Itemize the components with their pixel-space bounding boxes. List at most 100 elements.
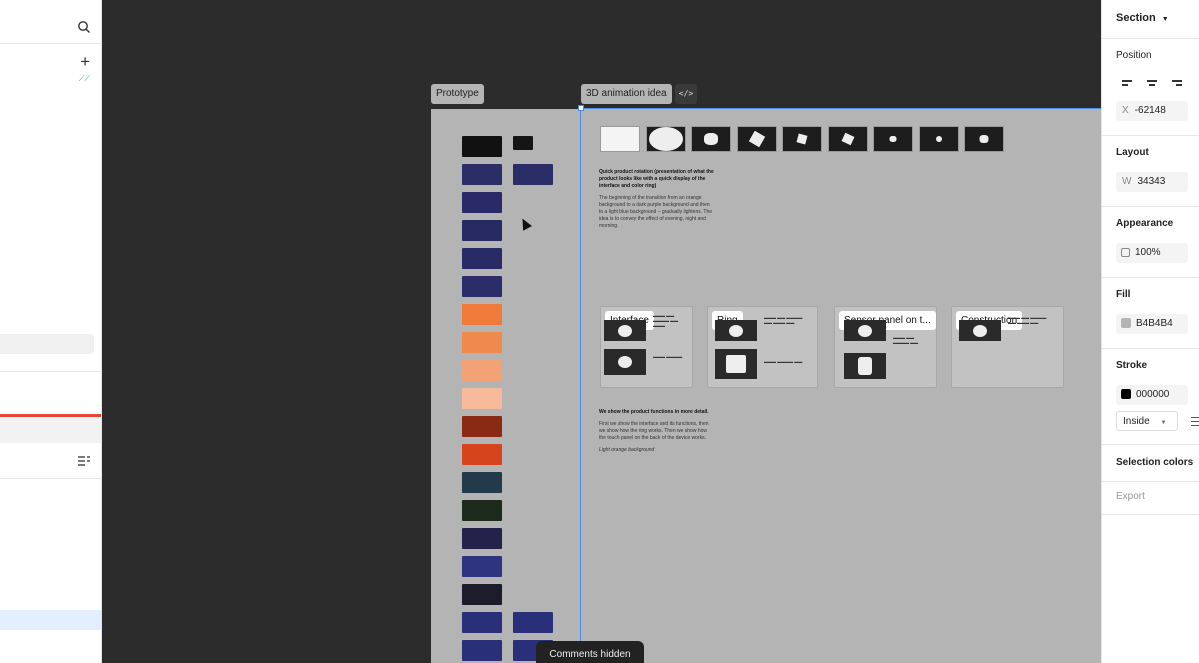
feature-card-ring[interactable]: Ring ▬▬▬ ▬▬ ▬▬▬▬ ▬▬ ▬▬▬ ▬▬ ▬▬▬ ▬▬▬▬ ▬▬: [707, 306, 818, 388]
frame-strip-thumb[interactable]: [919, 126, 959, 152]
section-title-label: Section: [1116, 12, 1156, 24]
card-note: ▬▬▬ ▬▬ ▬▬▬▬ ▬▬ ▬▬▬ ▬▬: [764, 315, 803, 325]
component-marker-icon: ⟋⟋: [78, 74, 90, 83]
code-icon[interactable]: </>: [675, 84, 697, 104]
frame-strip-thumb[interactable]: [873, 126, 913, 152]
card-image: [844, 320, 886, 341]
card-image: [715, 349, 757, 379]
opacity-field[interactable]: 100%: [1116, 243, 1188, 263]
prototype-thumb[interactable]: [462, 136, 502, 157]
divider: [1102, 348, 1199, 349]
prototype-thumb[interactable]: [462, 248, 502, 269]
search-icon[interactable]: [77, 20, 91, 34]
prototype-thumb[interactable]: [513, 164, 553, 185]
detail-body: First we show the interface and its func…: [599, 421, 709, 441]
card-note: ▬▬▬ ▬▬ ▬▬▬▬ ▬▬ ▬▬▬ ▬▬: [1008, 315, 1047, 325]
fill-field[interactable]: B4B4B4: [1116, 314, 1188, 334]
intro-body: The beginning of the transition from an …: [599, 195, 713, 229]
opacity-value: 100%: [1135, 247, 1161, 258]
divider: [1102, 444, 1199, 445]
divider: [1102, 514, 1199, 515]
frame-label-prototype[interactable]: Prototype: [431, 84, 484, 104]
x-label: X: [1122, 105, 1129, 116]
align-left-icon[interactable]: [1122, 78, 1134, 90]
prototype-thumb[interactable]: [462, 500, 502, 521]
prototype-thumb[interactable]: [462, 556, 502, 577]
card-image: [715, 320, 757, 341]
frame-strip-thumb[interactable]: [737, 126, 777, 152]
intro-heading: Quick product rotation (presentation of …: [599, 169, 714, 189]
stroke-field[interactable]: 000000: [1116, 385, 1188, 405]
prototype-thumb[interactable]: [462, 640, 502, 661]
prototype-thumb[interactable]: [462, 220, 502, 241]
prototype-thumb[interactable]: [462, 332, 502, 353]
fill-swatch[interactable]: [1121, 318, 1131, 329]
card-note: ▬▬▬ ▬▬ ▬▬▬▬ ▬▬ ▬▬▬: [653, 313, 679, 328]
feature-card-interface[interactable]: Interface ▬▬▬ ▬▬ ▬▬▬▬ ▬▬ ▬▬▬ ▬▬▬ ▬▬▬▬: [600, 306, 693, 388]
design-canvas[interactable]: Prototype 3D animation idea </> Quick pr…: [102, 0, 1101, 663]
comments-hidden-toast[interactable]: Comments hidden: [536, 641, 644, 663]
detail-note: Light orange background: [599, 447, 655, 453]
prototype-thumb[interactable]: [462, 584, 502, 605]
frame-strip-thumb[interactable]: [600, 126, 640, 152]
card-note: ▬▬▬ ▬▬ ▬▬▬▬ ▬▬: [893, 335, 919, 345]
prototype-thumb[interactable]: [462, 164, 502, 185]
plus-icon[interactable]: +: [80, 53, 90, 70]
prototype-thumb[interactable]: [462, 528, 502, 549]
card-note: ▬▬▬ ▬▬▬▬ ▬▬: [764, 359, 803, 364]
frame-strip-thumb[interactable]: [646, 126, 686, 152]
layers-panel: + ⟋⟋: [0, 0, 102, 663]
x-position-field[interactable]: X -62148: [1116, 101, 1188, 121]
selection-colors-title[interactable]: Selection colors: [1116, 457, 1193, 468]
stroke-title: Stroke: [1116, 360, 1148, 371]
section-title[interactable]: Section ▼: [1116, 12, 1169, 24]
frame-strip-thumb[interactable]: [964, 126, 1004, 152]
prototype-thumb[interactable]: [513, 612, 553, 633]
divider: [1102, 206, 1199, 207]
divider: [0, 478, 101, 479]
stroke-hex: 000000: [1136, 389, 1170, 400]
feature-card-sensor-panel[interactable]: Sensor panel on t... ▬▬▬ ▬▬ ▬▬▬▬ ▬▬: [834, 306, 937, 388]
align-center-icon[interactable]: [1147, 78, 1159, 90]
frame-strip-thumb[interactable]: [691, 126, 731, 152]
chevron-down-icon: ▼: [1160, 420, 1167, 426]
frame-strip-thumb[interactable]: [828, 126, 868, 152]
prototype-thumb[interactable]: [462, 388, 502, 409]
layout-title: Layout: [1116, 147, 1149, 158]
stroke-swatch[interactable]: [1121, 389, 1131, 400]
position-title: Position: [1116, 50, 1152, 61]
selection-handle[interactable]: [578, 105, 584, 111]
prototype-thumb[interactable]: [462, 276, 502, 297]
feature-card-construction[interactable]: Construction ▬▬▬ ▬▬ ▬▬▬▬ ▬▬ ▬▬▬ ▬▬: [951, 306, 1064, 388]
prototype-thumb[interactable]: [462, 360, 502, 381]
layer-item-selected[interactable]: [0, 610, 101, 630]
prototype-frame[interactable]: [431, 109, 581, 663]
stroke-position-select[interactable]: Inside ▼: [1116, 411, 1178, 431]
prototype-thumb[interactable]: [462, 472, 502, 493]
stroke-position-value: Inside: [1123, 416, 1150, 427]
export-title[interactable]: Export: [1116, 491, 1145, 502]
align-list-icon[interactable]: [77, 454, 91, 468]
prototype-thumb[interactable]: [462, 416, 502, 437]
animation-frame[interactable]: Quick product rotation (presentation of …: [580, 108, 1101, 663]
prototype-thumb[interactable]: [462, 304, 502, 325]
card-image: [959, 320, 1001, 341]
layer-item-hover[interactable]: [0, 334, 94, 354]
prototype-thumb[interactable]: [462, 612, 502, 633]
prototype-thumb[interactable]: [462, 444, 502, 465]
layer-item[interactable]: [0, 417, 101, 443]
chevron-down-icon[interactable]: ▼: [1162, 16, 1169, 23]
align-right-icon[interactable]: [1172, 78, 1184, 90]
divider: [1102, 135, 1199, 136]
x-value: -62148: [1134, 105, 1166, 116]
fill-title: Fill: [1116, 289, 1131, 300]
card-image: [844, 353, 886, 379]
prototype-thumb[interactable]: [462, 192, 502, 213]
prototype-thumb[interactable]: [513, 136, 533, 150]
frame-strip-thumb[interactable]: [782, 126, 822, 152]
card-image: [604, 349, 646, 375]
stroke-options-icon[interactable]: [1191, 414, 1199, 429]
frame-label-3d-animation[interactable]: 3D animation idea: [581, 84, 672, 104]
width-field[interactable]: W 34343: [1116, 172, 1188, 192]
fill-hex: B4B4B4: [1136, 318, 1173, 329]
